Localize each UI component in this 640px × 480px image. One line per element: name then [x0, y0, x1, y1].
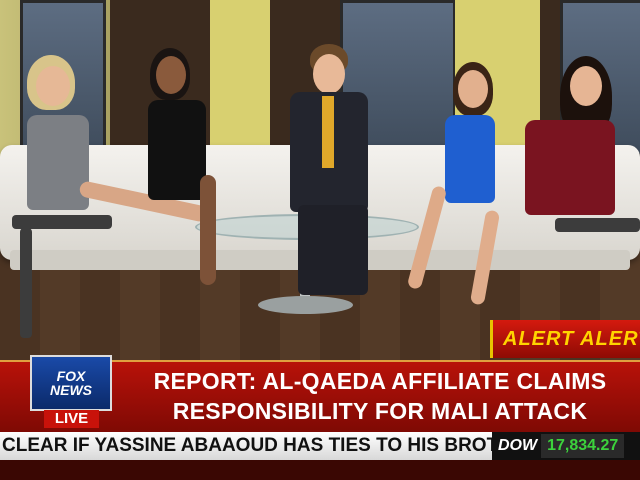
- network-logo: FOX NEWS: [30, 355, 112, 411]
- market-value: 17,834.27: [541, 434, 625, 458]
- market-ticker: DOW 17,834.27: [492, 432, 640, 460]
- side-table: [12, 215, 112, 229]
- headline-line-1: REPORT: AL-QAEDA AFFILIATE CLAIMS: [153, 368, 607, 394]
- breaking-alert-banner: ALERT ALERT: [490, 320, 640, 358]
- bottom-bar: [0, 460, 640, 480]
- ticker-text: CLEAR IF YASSINE ABAAOUD HAS TIES TO HIS…: [2, 435, 492, 456]
- live-badge: LIVE: [44, 410, 99, 428]
- coffee-table-base: [258, 296, 353, 314]
- headline-line-2: RESPONSIBILITY FOR MALI ATTACK: [172, 398, 588, 424]
- studio-wall: [210, 0, 270, 150]
- network-logo-line-2: NEWS: [50, 382, 92, 398]
- market-label: DOW: [498, 437, 538, 454]
- alert-label: ALERT ALERT: [503, 327, 640, 350]
- side-table-leg: [20, 228, 32, 338]
- network-logo-line-1: FOX: [56, 368, 86, 384]
- side-table: [555, 218, 640, 232]
